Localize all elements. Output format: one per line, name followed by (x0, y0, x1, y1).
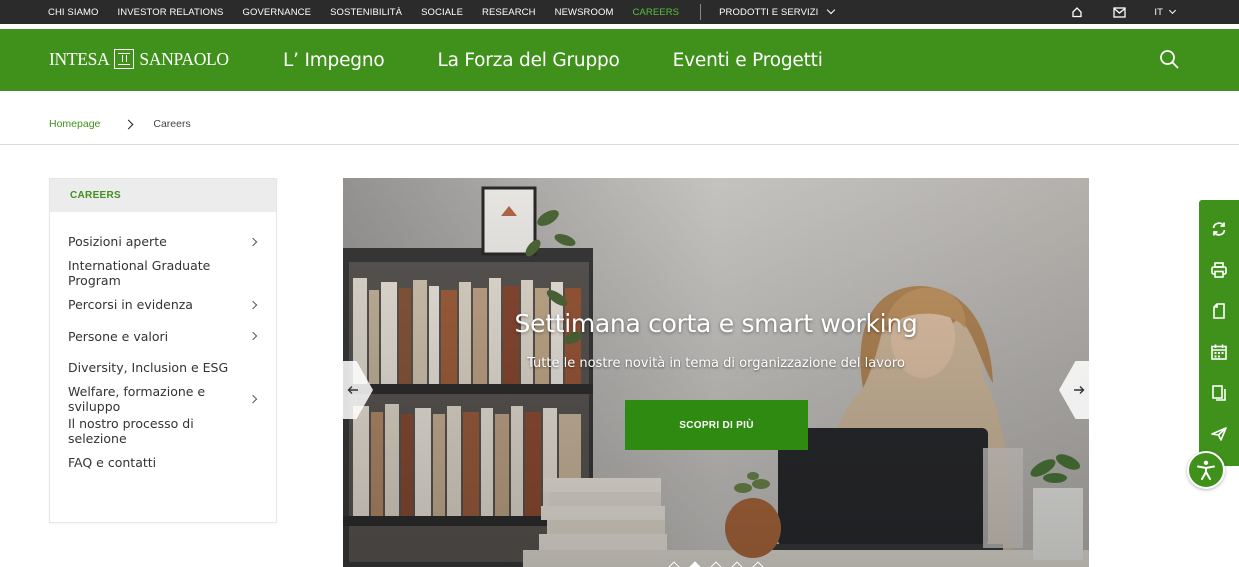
main-nav-items: L’ Impegno La Forza del Gruppo Eventi e … (283, 29, 876, 91)
brand-right: SANPAOLO (139, 48, 229, 69)
search-icon[interactable] (1159, 49, 1179, 69)
utility-links: CHI SIAMO INVESTOR RELATIONS GOVERNANCE … (48, 0, 836, 24)
discover-more-button[interactable]: SCOPRI DI PIÙ (625, 400, 808, 450)
sidebar-item-graduate-program[interactable]: International Graduate Program (50, 258, 276, 290)
mail-icon[interactable] (1112, 5, 1126, 19)
utility-link-careers[interactable]: CAREERS (632, 7, 679, 18)
sidebar-item-label: Welfare, formazione e sviluppo (68, 384, 206, 415)
utility-link-governance[interactable]: GOVERNANCE (243, 7, 312, 18)
sidebar-item-welfare[interactable]: Welfare, formazione e sviluppo (50, 384, 276, 416)
carousel-dot[interactable] (731, 561, 743, 567)
sidebar-item-label: FAQ e contatti (68, 454, 157, 470)
calendar-icon[interactable] (1199, 343, 1239, 384)
breadcrumb-current: Careers (153, 118, 191, 130)
brand-left: INTESA (49, 48, 110, 69)
language-selector[interactable]: IT (1154, 6, 1177, 18)
sidebar-item-label: Percorsi in evidenza (68, 297, 193, 313)
brand-logo[interactable]: INTESA SANPAOLO (49, 47, 229, 71)
arrow-left-icon (347, 386, 358, 394)
refresh-icon[interactable] (1199, 220, 1239, 261)
carousel-dots (343, 561, 1089, 567)
sidebar-item-percorsi[interactable]: Percorsi in evidenza (50, 289, 276, 321)
sidebar-list: Posizioni aperte International Graduate … (50, 212, 276, 478)
main-nav: INTESA SANPAOLO L’ Impegno La Forza del … (0, 29, 1239, 91)
carousel-dot[interactable] (668, 561, 680, 567)
accessibility-button[interactable] (1187, 451, 1225, 489)
utility-link-chi-siamo[interactable]: CHI SIAMO (48, 7, 99, 18)
print-icon[interactable] (1199, 261, 1239, 302)
nav-item-eventi-progetti[interactable]: Eventi e Progetti (673, 50, 823, 71)
utility-divider (700, 4, 702, 20)
sidebar-item-persone-valori[interactable]: Persone e valori (50, 321, 276, 353)
utility-link-sostenibilita[interactable]: SOSTENIBILITÀ (330, 7, 402, 18)
products-dropdown[interactable]: PRODOTTI E SERVIZI (719, 5, 836, 18)
chevron-down-icon (827, 5, 836, 15)
carousel-dot[interactable] (752, 561, 764, 567)
hero-carousel: Settimana corta e smart working Tutte le… (343, 178, 1089, 567)
hero-image (343, 178, 1089, 567)
document-icon[interactable] (1199, 302, 1239, 343)
chevron-right-icon (248, 237, 258, 246)
chevron-down-icon (1168, 6, 1177, 15)
nav-item-impegno[interactable]: L’ Impegno (283, 50, 385, 71)
copy-icon[interactable] (1199, 384, 1239, 425)
sidebar-item-processo-selezione[interactable]: Il nostro processo di selezione (50, 415, 276, 447)
utility-link-newsroom[interactable]: NEWSROOM (555, 7, 614, 18)
utility-right: IT (1070, 0, 1239, 24)
sidebar-item-label: Diversity, Inclusion e ESG (68, 360, 229, 376)
sidebar-title[interactable]: CAREERS (50, 179, 276, 212)
hero-subtitle: Tutte le nostre novità in tema di organi… (527, 356, 905, 371)
utility-link-investor-relations[interactable]: INVESTOR RELATIONS (118, 7, 224, 18)
home-icon[interactable] (1070, 5, 1084, 19)
nav-item-forza-gruppo[interactable]: La Forza del Gruppo (437, 50, 619, 71)
chevron-right-icon (248, 300, 258, 309)
chevron-right-icon (248, 332, 258, 341)
carousel-dot[interactable] (710, 561, 722, 567)
chevron-right-icon (123, 119, 134, 129)
hero-title: Settimana corta e smart working (514, 309, 918, 338)
sidebar-item-label: Persone e valori (68, 328, 169, 344)
brand-mark-icon (114, 49, 135, 69)
utility-bar: CHI SIAMO INVESTOR RELATIONS GOVERNANCE … (0, 0, 1239, 24)
utility-link-sociale[interactable]: SOCIALE (421, 7, 463, 18)
arrow-right-icon (1074, 386, 1085, 394)
sidebar-item-label: Posizioni aperte (68, 234, 167, 250)
language-label: IT (1154, 6, 1163, 18)
products-label: PRODOTTI E SERVIZI (719, 6, 819, 18)
carousel-dot-active[interactable] (689, 561, 701, 567)
sidebar-item-posizioni-aperte[interactable]: Posizioni aperte (50, 226, 276, 258)
breadcrumb-home[interactable]: Homepage (49, 118, 100, 130)
sidebar-item-diversity[interactable]: Diversity, Inclusion e ESG (50, 352, 276, 384)
floating-toolbar (1199, 200, 1239, 466)
utility-link-research[interactable]: RESEARCH (482, 7, 536, 18)
sidebar-item-faq[interactable]: FAQ e contatti (50, 447, 276, 479)
sidebar-menu: CAREERS Posizioni aperte International G… (49, 178, 277, 523)
sidebar-item-label: Il nostro processo di selezione (68, 415, 194, 446)
divider (0, 144, 1239, 145)
accessibility-icon (1197, 460, 1215, 480)
breadcrumb: Homepage Careers (49, 116, 191, 132)
sidebar-item-label: International Graduate Program (68, 258, 211, 289)
